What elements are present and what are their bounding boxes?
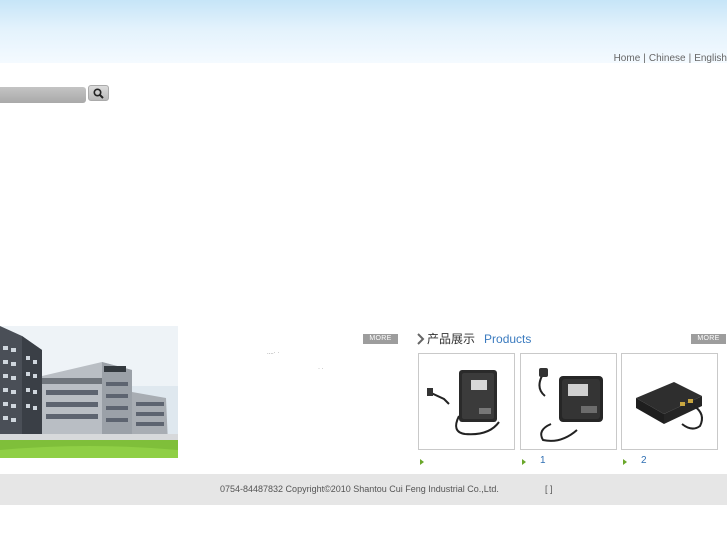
link-separator: | <box>688 53 692 64</box>
chinese-link[interactable]: Chinese <box>649 53 686 64</box>
search-icon <box>93 87 104 99</box>
bullet-icon <box>522 459 526 465</box>
search-input[interactable] <box>0 87 86 103</box>
english-link[interactable]: English <box>694 53 727 64</box>
product-card[interactable] <box>621 353 718 450</box>
about-text-fragment: · · <box>318 366 324 372</box>
home-link[interactable]: Home <box>614 53 641 64</box>
top-language-links: Home | Chinese | English <box>614 53 727 64</box>
footer-bracket-link[interactable]: [ ] <box>545 484 553 494</box>
footer-copyright: 0754-84487832 Copyright©2010 Shantou Cui… <box>220 484 499 494</box>
chevron-right-icon <box>417 332 425 345</box>
power-adapter-image <box>538 368 603 442</box>
product-name[interactable]: 1 <box>540 455 546 466</box>
bullet-icon <box>623 459 627 465</box>
product-name[interactable]: 2 <box>641 455 647 466</box>
products-section-header: 产品展示 Products <box>416 330 531 347</box>
company-building-photo <box>0 326 178 458</box>
power-adapter-image <box>636 382 703 430</box>
products-title-cn: 产品展示 <box>427 332 476 346</box>
product-card[interactable] <box>418 353 515 450</box>
product-card[interactable] <box>520 353 617 450</box>
power-adapter-image <box>427 370 500 436</box>
products-more-button[interactable]: MORE <box>691 334 726 344</box>
search-button[interactable] <box>88 85 109 101</box>
products-title-en: Products <box>484 331 532 346</box>
about-more-button[interactable]: MORE <box>363 334 398 344</box>
link-separator: | <box>643 53 646 64</box>
bullet-icon <box>420 459 424 465</box>
about-text-fragment: ....· · <box>267 350 280 356</box>
